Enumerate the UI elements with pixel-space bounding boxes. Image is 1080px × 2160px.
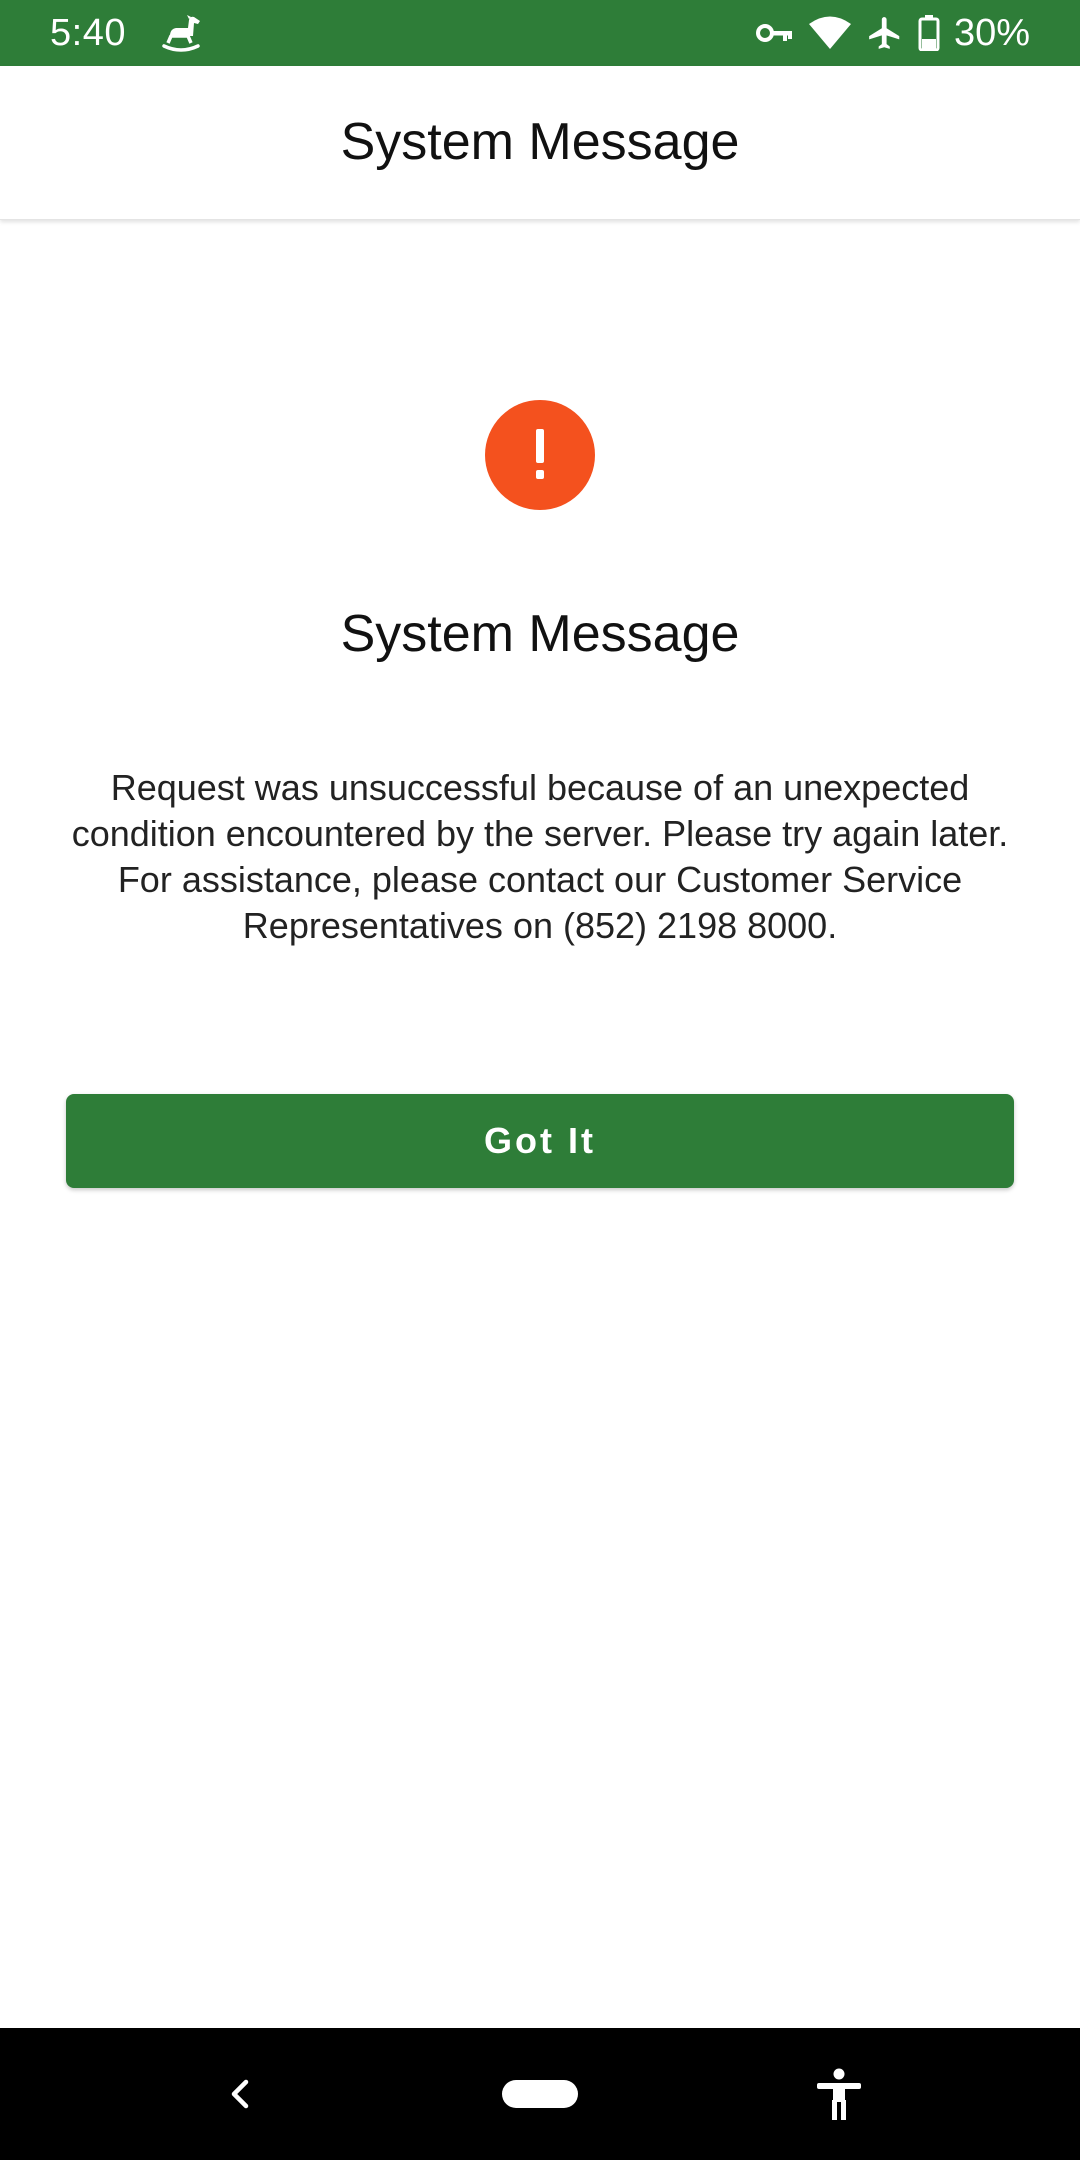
battery-icon — [918, 15, 940, 51]
rocking-horse-icon — [158, 12, 204, 54]
status-icons: 30% — [755, 10, 1030, 56]
back-icon[interactable] — [222, 2072, 258, 2116]
battery-percent: 30% — [953, 12, 1030, 54]
screen: 5:40 30% System Message System Message R… — [0, 0, 1080, 2160]
message-title: System Message — [340, 605, 740, 663]
message-body: Request was unsuccessful because of an u… — [71, 767, 1009, 946]
status-bar: 5:40 30% — [0, 0, 1080, 66]
accessibility-icon[interactable] — [814, 2068, 864, 2122]
status-time: 5:40 — [50, 12, 126, 54]
exclamation-icon — [485, 400, 595, 510]
vpn-key-icon — [755, 21, 794, 45]
navigation-bar — [0, 2028, 1080, 2160]
home-pill-icon[interactable] — [502, 2080, 578, 2108]
wifi-icon — [808, 15, 852, 51]
page-title: System Message — [340, 113, 740, 171]
got-it-button[interactable]: Got It — [66, 1094, 1014, 1188]
airplane-mode-icon — [866, 14, 904, 52]
app-bar: System Message — [0, 66, 1080, 220]
